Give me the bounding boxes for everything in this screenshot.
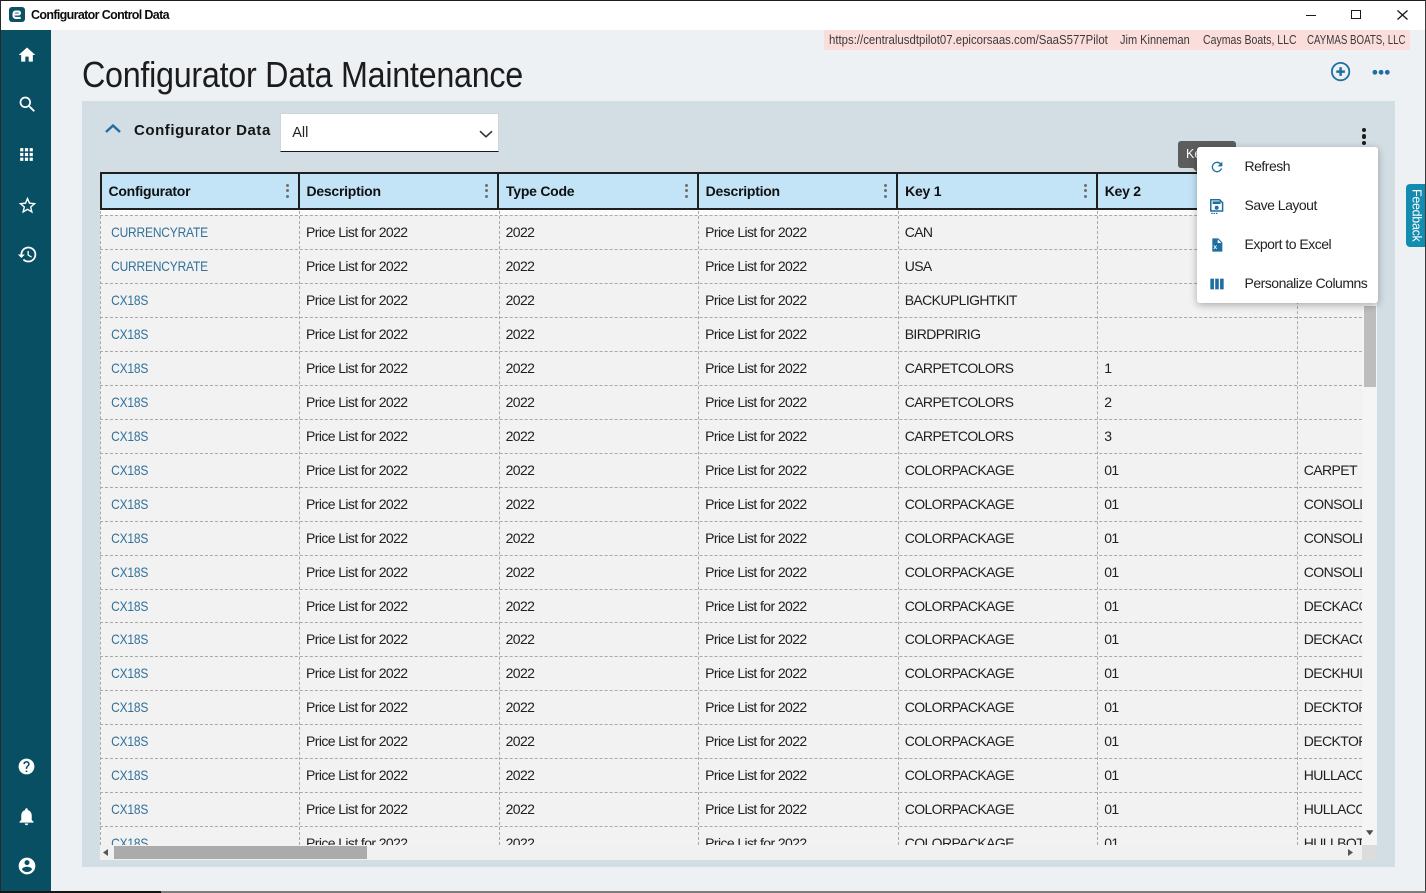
svg-text:x: x bbox=[1213, 244, 1217, 251]
